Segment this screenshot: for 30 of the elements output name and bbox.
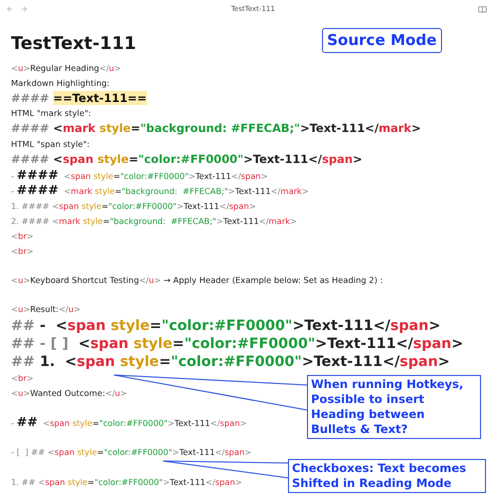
code-line: HTML "span style":: [11, 138, 90, 151]
document-title: TestText-111: [11, 34, 136, 54]
callout-note: Checkboxes: Text becomes Shifted in Reading Mode: [288, 459, 486, 493]
code-line: Markdown Highlighting:: [11, 76, 110, 90]
mode-label: Source Mode: [322, 28, 442, 53]
code-line: <br>: [11, 230, 34, 243]
code-line: - #### <span style="color:#FF0000">Text-111</span>: [11, 168, 268, 184]
code-line: <br>: [11, 244, 34, 258]
book-icon[interactable]: [478, 5, 487, 13]
code-line: <u>Regular Heading</u>: [11, 62, 122, 75]
code-line: ## 1. <span style="color:#FF0000">Text-111</span>: [11, 352, 450, 371]
forward-arrow-icon[interactable]: [20, 5, 28, 13]
code-line: HTML "mark style":: [11, 107, 92, 120]
code-line: <br>: [11, 372, 34, 385]
code-line: <u>Keyboard Shortcut Testing</u> → Apply Header (Example below: Set as Heading 2) :: [11, 274, 383, 287]
code-line: ## - <span style="color:#FF0000">Text-111</span>: [11, 316, 440, 335]
code-line: 1. #### <span style="color:#FF0000">Text-111</span>: [11, 200, 256, 214]
code-line: #### <span style="color:#FF0000">Text-111</span>: [11, 152, 362, 168]
code-line: ## - [ ] <span style="color:#FF0000">Text-111</span>: [11, 334, 464, 353]
code-line: 1. ## <span style="color:#FF0000">Text-111</span>: [11, 476, 242, 489]
back-arrow-icon[interactable]: [6, 5, 14, 13]
code-line: - [ ] ## <span style="color:#FF0000">Text-111</span>: [11, 446, 252, 460]
code-line: <u>Result:</u>: [11, 303, 81, 316]
callout-note: When running Hotkeys, Possible to insert Heading between Bullets & Text?: [307, 375, 481, 439]
code-line: - ## <span style="color:#FF0000">Text-111</span>: [11, 413, 247, 431]
code-line: #### ==Text-111==: [11, 90, 147, 106]
code-line: <u>Wanted Outcome:</u>: [11, 386, 128, 400]
code-line: #### <mark style="background: #FFECAB;">Text-111</mark>: [11, 121, 421, 137]
code-line: 2. #### <mark style="background: #FFECAB;">Text-111</mark>: [11, 214, 297, 228]
code-line: - #### <mark style="background: #FFECAB;">Text-111</mark>: [11, 183, 309, 200]
